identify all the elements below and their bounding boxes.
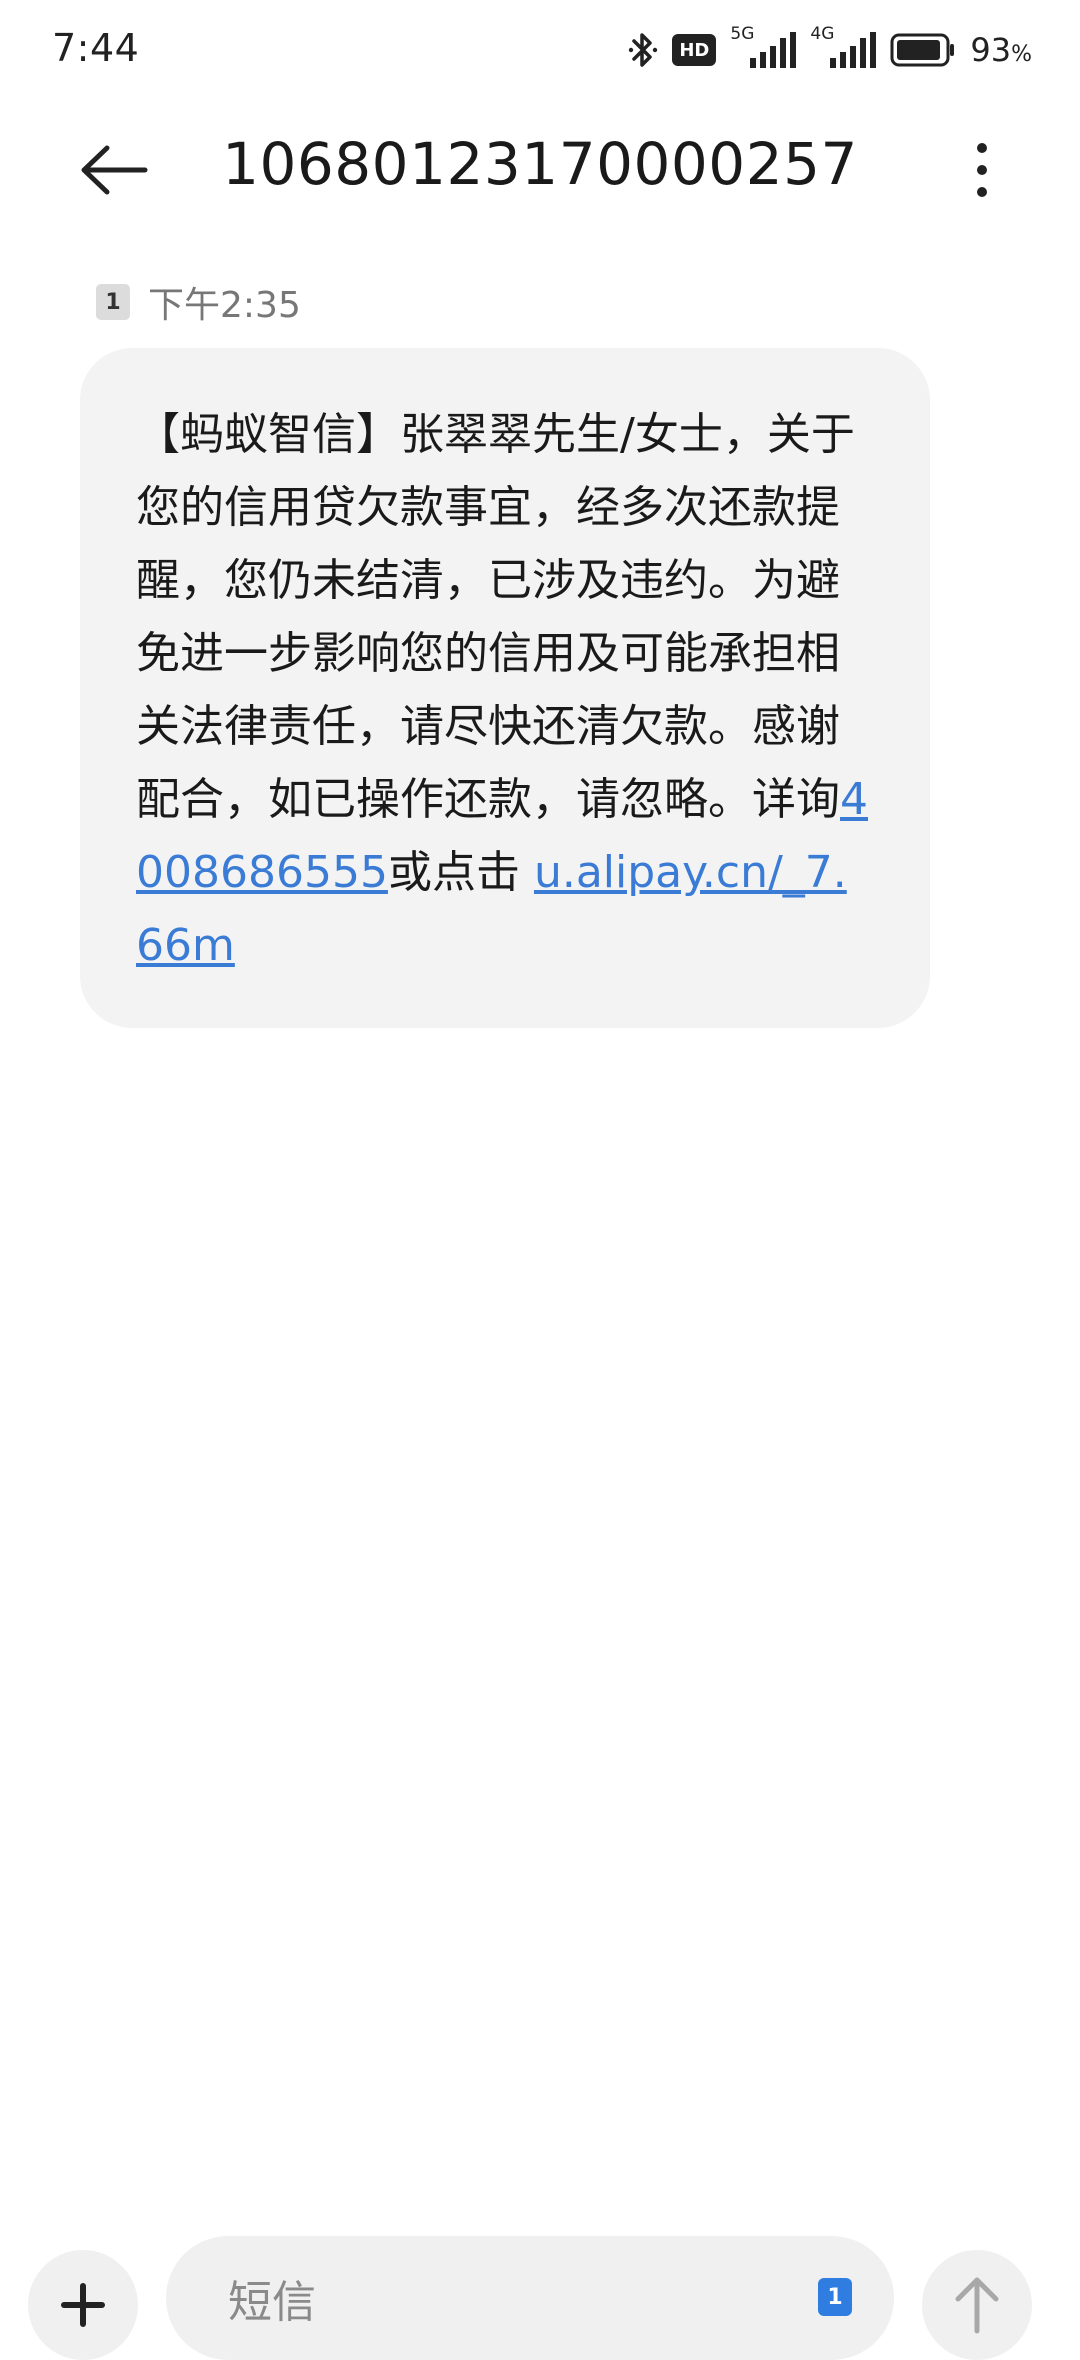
input-placeholder: 短信: [228, 2277, 316, 2328]
message-connector: 或点击: [387, 847, 534, 898]
more-vertical-icon: [977, 143, 987, 197]
back-arrow-icon: [81, 145, 148, 195]
send-arrow-up-icon: [955, 2277, 999, 2334]
message-meta: 1 下午2:35: [96, 276, 301, 328]
message-input[interactable]: 短信 1: [166, 2236, 894, 2360]
send-button[interactable]: [922, 2250, 1032, 2360]
signal-5g-icon: 5G: [730, 24, 797, 70]
battery-percent-value: 93: [970, 31, 1012, 69]
status-bar: 7:44 HD 5G 4G 93%: [0, 0, 1080, 100]
contact-title: 10680123170000257: [222, 130, 858, 198]
signal-4g-icon: 4G: [810, 24, 877, 70]
hd-voice-icon: HD: [672, 34, 717, 66]
battery-percent: 93%: [970, 31, 1032, 69]
message-body: 【蚂蚁智信】张翠翠先生/女士，关于您的信用贷欠款事宜，经多次还款提醒，您仍未结清…: [136, 409, 855, 825]
message-bubble[interactable]: 【蚂蚁智信】张翠翠先生/女士，关于您的信用贷欠款事宜，经多次还款提醒，您仍未结清…: [80, 348, 930, 1028]
more-options-button[interactable]: [940, 128, 1024, 212]
plus-icon: [61, 2283, 105, 2327]
message-text: 【蚂蚁智信】张翠翠先生/女士，关于您的信用贷欠款事宜，经多次还款提醒，您仍未结清…: [136, 398, 870, 982]
sim-badge-icon: 1: [96, 284, 130, 320]
battery-percent-unit: %: [1011, 42, 1032, 67]
compose-bar: 短信 1: [0, 2236, 1080, 2360]
status-time: 7:44: [52, 26, 140, 70]
hd-label: HD: [679, 39, 710, 61]
back-button[interactable]: [72, 128, 156, 212]
bluetooth-icon: [628, 30, 658, 70]
message-time: 下午2:35: [148, 285, 301, 326]
conversation-header: 10680123170000257: [0, 100, 1080, 240]
status-icons: HD 5G 4G 93%: [628, 22, 1032, 78]
sim-select-icon[interactable]: 1: [818, 2278, 852, 2316]
add-attachment-button[interactable]: [28, 2250, 138, 2360]
battery-icon: [890, 33, 956, 67]
